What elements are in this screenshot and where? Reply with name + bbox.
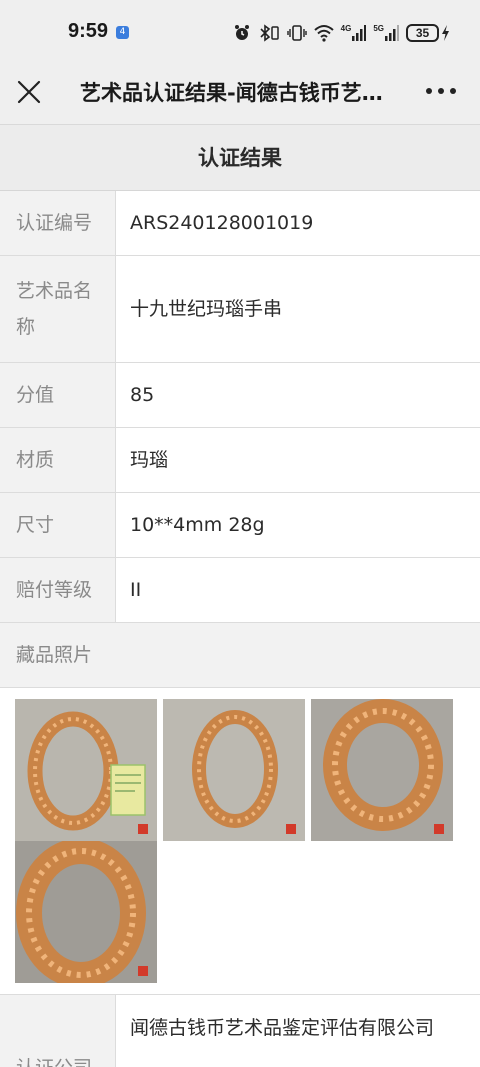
row-label: 尺寸 [0, 493, 116, 557]
row-label: 材质 [0, 428, 116, 492]
row-value: 85 [130, 384, 155, 406]
photo-2[interactable] [163, 699, 305, 841]
table-row: 认证编号 ARS240128001019 [0, 191, 480, 256]
app-notification-badge: 4 [116, 26, 129, 39]
photos-title: 藏品照片 [0, 623, 480, 688]
vibrate-icon [286, 25, 307, 41]
signal-4g: 4G [341, 25, 367, 41]
bracelet-closeup-photo [15, 841, 157, 983]
photo-3[interactable] [311, 699, 453, 841]
row-label: 分值 [0, 363, 116, 427]
row-value: 十九世纪玛瑙手串 [130, 298, 283, 320]
row-value: 10**4mm 28g [130, 514, 265, 536]
table-row: 赔付等级 II [0, 558, 480, 623]
more-dot [450, 88, 456, 94]
wifi-icon [313, 25, 334, 42]
bluetooth-icon [260, 24, 279, 42]
battery-indicator: 35 [406, 24, 450, 42]
row-value: 玛瑙 [130, 449, 169, 471]
signal-bars-icon [352, 25, 367, 41]
more-dot [438, 88, 444, 94]
row-value: 闻德古钱币艺术品鉴定评估有限公司 [130, 1017, 435, 1039]
table-row: 材质 玛瑙 [0, 428, 480, 493]
result-content[interactable]: 认证结果 认证编号 ARS240128001019 艺术品名称 十九世纪玛瑙手串… [0, 124, 480, 1067]
more-button[interactable] [426, 88, 456, 96]
close-button[interactable] [16, 79, 42, 105]
row-label: 艺术品名称 [0, 256, 116, 362]
row-label: 赔付等级 [0, 558, 116, 622]
close-icon [17, 80, 41, 104]
net-5g-label: 5G [373, 24, 384, 33]
table-row: 艺术品名称 十九世纪玛瑙手串 [0, 256, 480, 363]
more-dot [426, 88, 432, 94]
photo-gallery [0, 688, 480, 995]
table-row: 尺寸 10**4mm 28g [0, 493, 480, 558]
table-row: 认证公司 闻德古钱币艺术品鉴定评估有限公司 [0, 995, 480, 1067]
status-icons: 4G 5G 35 [233, 22, 450, 44]
status-time: 9:59 [68, 20, 109, 42]
bracelet-closeup-photo [311, 699, 453, 841]
bracelet-photo-with-card [15, 699, 157, 841]
row-label: 认证公司 [0, 995, 116, 1067]
photo-1[interactable] [15, 699, 157, 841]
status-bar: 9:59 4 4G 5G 35 [0, 0, 480, 62]
signal-bars-icon [385, 25, 399, 41]
row-value: II [130, 579, 142, 601]
net-4g-label: 4G [340, 24, 352, 33]
charging-icon [442, 25, 449, 41]
result-header: 认证结果 [0, 125, 480, 191]
table-row: 分值 85 [0, 363, 480, 428]
nav-bar: 艺术品认证结果-闻德古钱币艺术品鉴定评估有限公司 [0, 62, 480, 124]
bracelet-photo [163, 699, 305, 841]
battery-level: 35 [406, 24, 439, 42]
row-label: 认证编号 [0, 191, 116, 255]
row-value: ARS240128001019 [130, 212, 314, 234]
alarm-icon [234, 25, 249, 40]
photo-4[interactable] [15, 841, 157, 983]
page-title: 艺术品认证结果-闻德古钱币艺术品鉴定评估有限公司 [80, 81, 390, 105]
signal-5g: 5G [373, 25, 399, 41]
